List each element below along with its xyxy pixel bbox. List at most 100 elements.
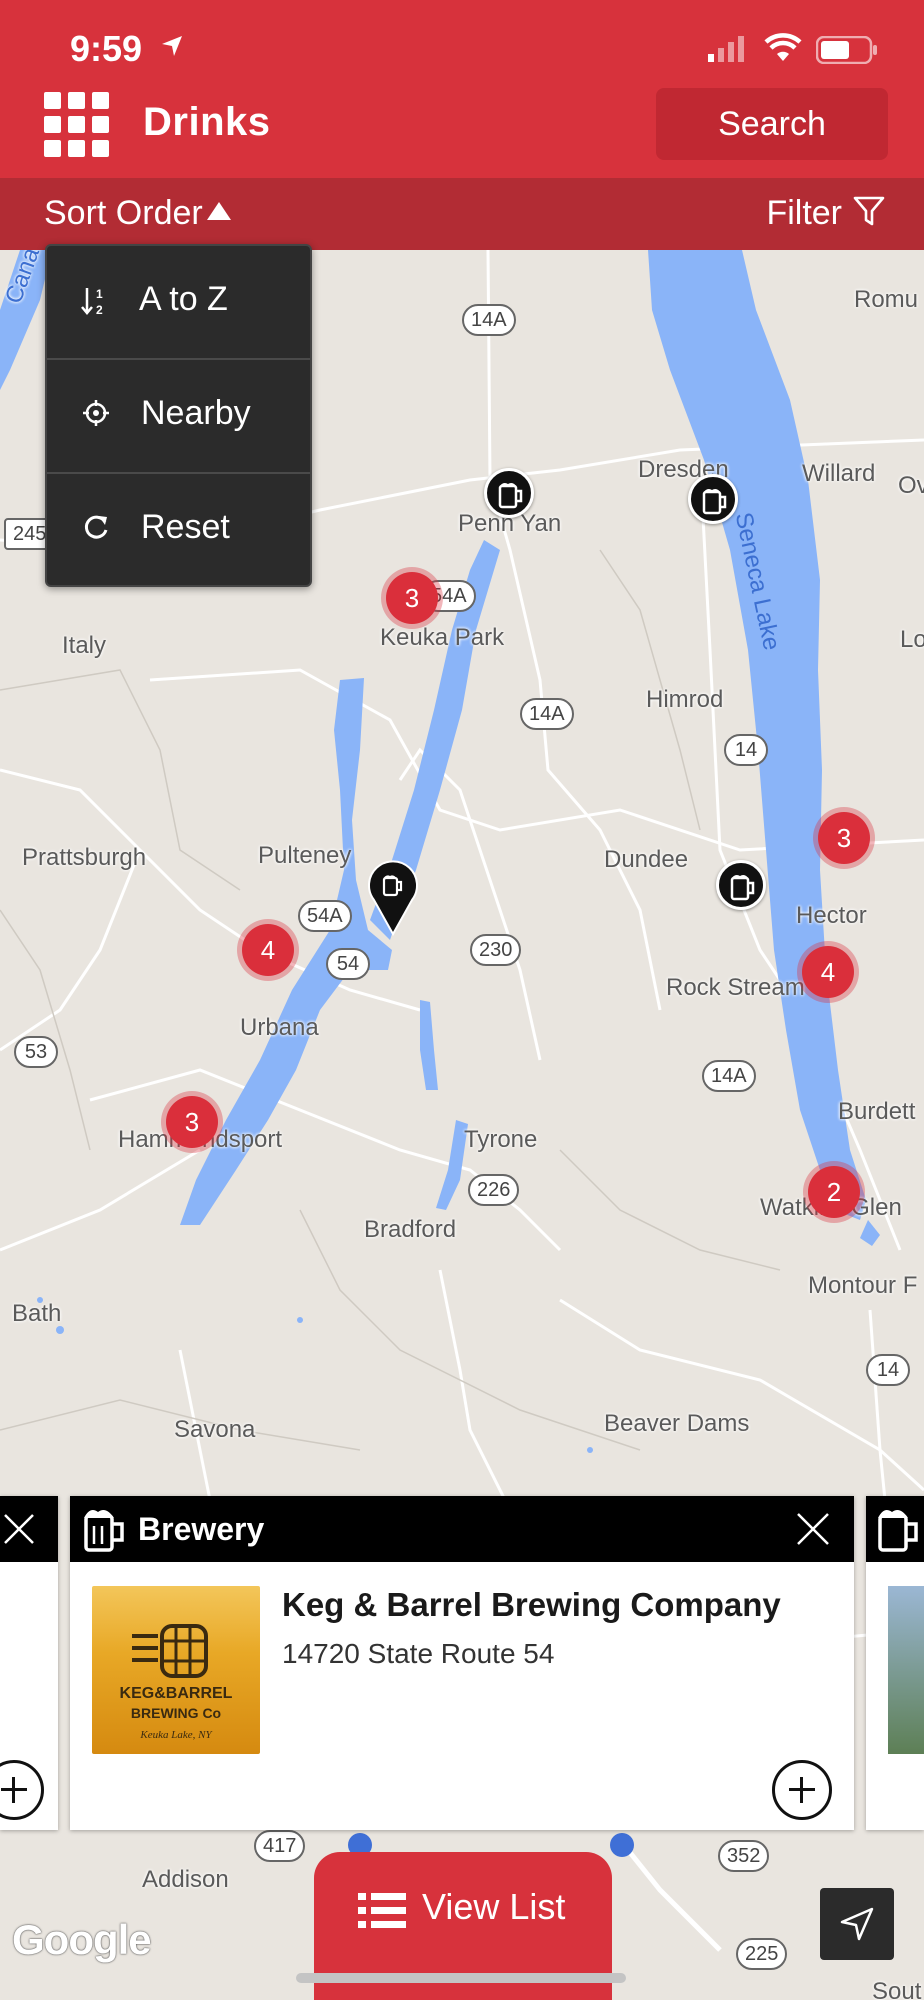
brewery-photo: [888, 1586, 924, 1754]
signal-icon: [708, 36, 744, 62]
close-icon[interactable]: [794, 1510, 832, 1548]
brewery-marker[interactable]: [484, 468, 534, 518]
map-label-rock-stream: Rock Stream: [666, 974, 805, 1001]
brewery-name[interactable]: Keg & Barrel Brewing Company: [282, 1586, 781, 1624]
map-label-montour-falls: Montour F: [808, 1272, 918, 1299]
brewery-card-previous[interactable]: [0, 1496, 58, 1830]
page-title: Drinks: [143, 100, 271, 144]
navigation-arrow-icon: [840, 1907, 874, 1941]
logo-text: BREWING Co: [131, 1705, 221, 1721]
cluster-marker[interactable]: 2: [808, 1166, 860, 1218]
filter-button[interactable]: Filter: [766, 194, 886, 233]
map-label-lodi: Lo: [900, 626, 924, 653]
map-label-bradford: Bradford: [364, 1216, 457, 1243]
sort-filter-bar: Sort Order Filter: [0, 178, 924, 250]
cluster-marker[interactable]: 4: [802, 946, 854, 998]
add-plus-icon[interactable]: [772, 1760, 832, 1820]
map-label-prattsburgh: Prattsburgh: [22, 844, 147, 871]
brewery-photo: KEG&BARREL BREWING Co Keuka Lake, NY: [92, 1586, 260, 1754]
triangle-up-icon: [206, 202, 231, 220]
refresh-icon: [84, 515, 108, 539]
sort-option-a-to-z[interactable]: 12 A to Z: [47, 246, 310, 359]
map-label-willard: Willard: [802, 460, 876, 487]
route-shield: 417: [254, 1830, 306, 1862]
svg-text:2: 2: [96, 303, 103, 317]
map-label-urbana: Urbana: [240, 1014, 319, 1041]
beer-mug-icon: [702, 489, 727, 515]
sort-option-reset[interactable]: Reset: [47, 474, 310, 587]
list-icon: [358, 1893, 406, 1928]
close-icon[interactable]: [2, 1512, 36, 1546]
app-bar: Drinks Search: [0, 88, 924, 178]
card-header: [866, 1496, 924, 1562]
sort-order-menu: 12 A to Z Nearby Reset: [45, 244, 312, 587]
cluster-marker[interactable]: 3: [386, 572, 438, 624]
sort-alpha-icon: 12: [81, 287, 103, 317]
sort-order-label: Sort Order: [44, 194, 203, 232]
keg-barrel-logo: KEG&BARREL BREWING Co Keuka Lake, NY: [120, 1624, 233, 1741]
status-time: 9:59: [70, 28, 143, 69]
map-label-pulteney: Pulteney: [258, 842, 352, 869]
cluster-marker[interactable]: 3: [818, 812, 870, 864]
route-shield: 14A: [520, 698, 574, 730]
brewery-marker[interactable]: [688, 474, 738, 524]
view-list-label: View List: [422, 1886, 566, 1927]
sort-option-nearby[interactable]: Nearby: [47, 360, 310, 473]
brewery-card[interactable]: Brewery KEG&BARREL BREWING Co Keuka Lake…: [70, 1496, 854, 1830]
location-arrow-icon: [162, 36, 182, 56]
brewery-address: 14720 State Route 54: [282, 1638, 555, 1669]
status-bar: 9:59: [0, 0, 924, 90]
route-shield: 225: [736, 1938, 788, 1970]
search-button[interactable]: Search: [656, 88, 888, 160]
filter-label: Filter: [766, 194, 842, 232]
my-location-button[interactable]: [820, 1888, 894, 1960]
sort-option-label: Reset: [141, 508, 230, 546]
logo-text: Keuka Lake, NY: [139, 1729, 213, 1741]
route-shield: 54A: [298, 900, 352, 932]
brewery-card-next[interactable]: [866, 1496, 924, 1830]
battery-icon: [816, 36, 877, 64]
sort-option-label: A to Z: [139, 280, 228, 318]
route-shield: 226: [468, 1174, 520, 1206]
home-indicator: [296, 1973, 626, 1983]
app-header: 9:59 Drinks Search Sort Order Filter: [0, 0, 924, 250]
card-header: [0, 1496, 58, 1562]
beer-mug-icon: [498, 483, 523, 509]
google-logo: Google: [12, 1916, 152, 1963]
beer-mug-icon: [878, 1510, 918, 1552]
map-label-ovid: Ov: [898, 472, 924, 499]
route-shield: 352: [718, 1840, 770, 1872]
crosshair-icon: [83, 400, 109, 426]
map-label-burdett: Burdett: [838, 1098, 916, 1125]
map-label-addison: Addison: [142, 1866, 229, 1893]
sort-order-button[interactable]: Sort Order: [44, 194, 231, 233]
map-label-hector: Hector: [796, 902, 867, 929]
add-plus-icon[interactable]: [0, 1760, 44, 1820]
apps-grid-icon[interactable]: [44, 92, 110, 158]
map-label-bath: Bath: [12, 1300, 62, 1327]
brewery-marker[interactable]: [716, 860, 766, 910]
card-header: Brewery: [70, 1496, 854, 1562]
map-label-dundee: Dundee: [604, 846, 689, 873]
sort-option-label: Nearby: [141, 394, 251, 432]
route-shield: 14: [724, 734, 768, 766]
cluster-marker[interactable]: 4: [242, 924, 294, 976]
beer-mug-icon: [84, 1510, 124, 1552]
route-shield: 54: [326, 948, 370, 980]
cluster-marker[interactable]: 3: [166, 1096, 218, 1148]
logo-text: KEG&BARREL: [120, 1685, 233, 1702]
card-category: Brewery: [138, 1511, 265, 1547]
map-label-tyrone: Tyrone: [464, 1126, 538, 1153]
selected-brewery-pin[interactable]: [368, 858, 418, 936]
map-label-south: Sout: [872, 1978, 922, 2000]
route-shield: 230: [470, 934, 522, 966]
map-label-italy: Italy: [62, 632, 107, 659]
map-label-savona: Savona: [174, 1416, 256, 1443]
map-label-beaver-dams: Beaver Dams: [604, 1410, 750, 1437]
route-shield: 14A: [462, 304, 516, 336]
svg-text:1: 1: [96, 287, 103, 301]
wifi-icon: [764, 33, 802, 61]
route-shield: 14A: [702, 1060, 756, 1092]
map-label-romulus: Romu: [854, 286, 919, 313]
map-label-keuka-park: Keuka Park: [380, 624, 505, 651]
